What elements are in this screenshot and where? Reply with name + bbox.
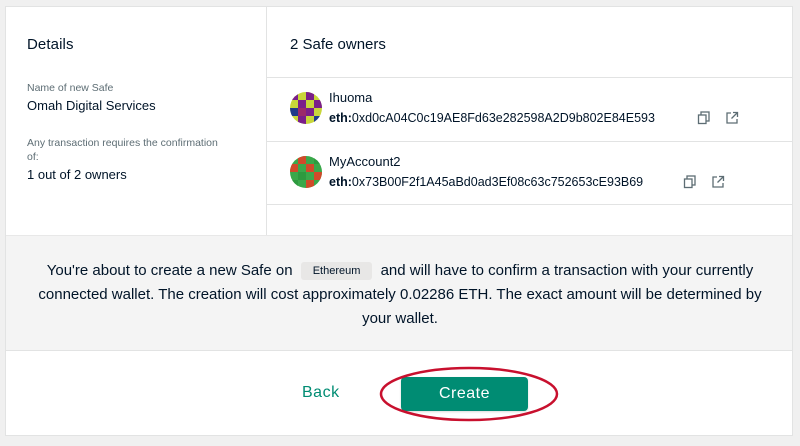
external-link-icon[interactable] — [725, 111, 739, 125]
footer-actions: Back Create — [6, 351, 792, 435]
owner-actions — [683, 175, 725, 189]
info-text-before: You're about to create a new Safe on — [46, 262, 293, 279]
threshold-block: Any transaction requires the confirmatio… — [27, 136, 227, 183]
threshold-value: 1 out of 2 owners — [27, 167, 127, 182]
safe-name-label: Name of new Safe — [27, 82, 114, 94]
owners-panel: 2 Safe owners Ihuoma eth:0xd0cA04C0c19AE… — [267, 7, 792, 235]
owner-row: MyAccount2 eth:0x73B00F2f1A45aBd0ad3Ef08… — [267, 141, 792, 205]
threshold-label: Any transaction requires the confirmatio… — [27, 137, 218, 163]
back-button[interactable]: Back — [302, 384, 340, 402]
address-text: 0x73B00F2f1A45aBd0ad3Ef08c63c752653cE93B… — [351, 175, 644, 189]
owner-actions — [697, 111, 739, 125]
review-top: Details Name of new Safe Omah Digital Se… — [6, 7, 792, 235]
details-title: Details — [27, 36, 74, 53]
owner-address: eth:0x73B00F2f1A45aBd0ad3Ef08c63c752653c… — [329, 175, 643, 189]
owner-name: Ihuoma — [329, 90, 373, 105]
details-panel: Details Name of new Safe Omah Digital Se… — [6, 7, 267, 235]
owner-name: MyAccount2 — [329, 154, 401, 169]
owners-title: 2 Safe owners — [290, 36, 386, 53]
copy-icon[interactable] — [683, 175, 697, 189]
address-text: 0xd0cA04C0c19AE8Fd63e282598A2D9b802E84E5… — [351, 111, 655, 125]
owner-row: Ihuoma eth:0xd0cA04C0c19AE8Fd63e282598A2… — [267, 77, 792, 141]
review-card: Details Name of new Safe Omah Digital Se… — [5, 6, 793, 436]
external-link-icon[interactable] — [711, 175, 725, 189]
safe-name-value: Omah Digital Services — [27, 98, 156, 113]
owner-address: eth:0xd0cA04C0c19AE8Fd63e282598A2D9b802E… — [329, 111, 655, 125]
chain-prefix: eth: — [329, 175, 352, 189]
owner-avatar — [290, 156, 322, 188]
create-button[interactable]: Create — [401, 377, 528, 411]
chain-prefix: eth: — [329, 111, 352, 125]
creation-info: You're about to create a new Safe on Eth… — [6, 235, 792, 351]
network-chip: Ethereum — [300, 262, 373, 280]
copy-icon[interactable] — [697, 111, 711, 125]
owner-avatar — [290, 92, 322, 124]
